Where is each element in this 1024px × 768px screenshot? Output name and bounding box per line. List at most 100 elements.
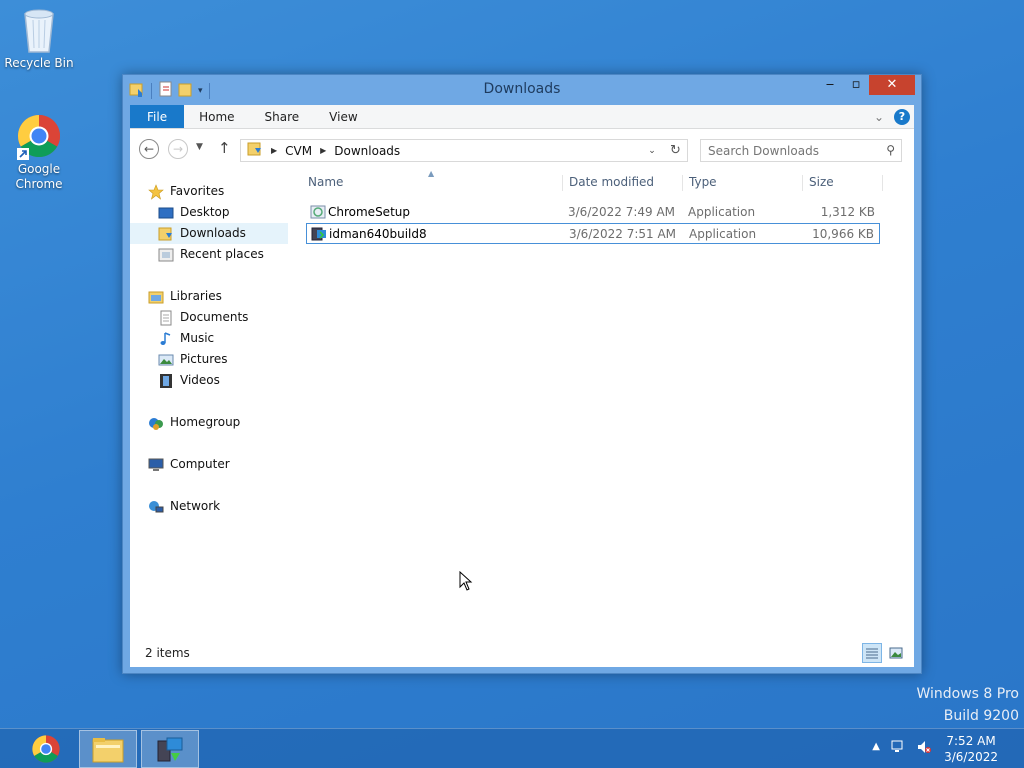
- recent-places-icon: [158, 247, 174, 263]
- up-button[interactable]: ↑: [218, 139, 231, 157]
- window-body: File Home Share View ⌄ ? ← → ▼ ↑ ▶ CVM ▶…: [130, 105, 914, 667]
- nav-label: Network: [170, 499, 221, 513]
- breadcrumb: ▶ CVM ▶ Downloads: [241, 141, 400, 160]
- chrome-icon: [17, 112, 61, 160]
- breadcrumb-item-cvm[interactable]: CVM: [285, 144, 312, 158]
- details-view-button[interactable]: [862, 643, 882, 663]
- nav-item-homegroup[interactable]: Homegroup: [148, 412, 240, 433]
- clock-time: 7:52 AM: [946, 734, 996, 748]
- network-status-icon[interactable]: [890, 739, 906, 758]
- address-bar[interactable]: ▶ CVM ▶ Downloads ⌄: [240, 139, 688, 162]
- nav-item-videos[interactable]: Videos: [158, 370, 220, 391]
- column-divider[interactable]: [882, 175, 883, 191]
- recycle-bin-label: Recycle Bin: [4, 56, 74, 70]
- file-size: 1,312 KB: [820, 205, 875, 219]
- downloads-folder-icon: [158, 226, 174, 242]
- title-bar[interactable]: ▾ Downloads ‒ ▫ ✕: [123, 75, 921, 105]
- file-row-idman640build8[interactable]: idman640build8 3/6/2022 7:51 AM Applicat…: [306, 223, 880, 244]
- column-divider[interactable]: [802, 175, 803, 191]
- watermark-build: Build 9200: [943, 708, 1019, 724]
- nav-label: Desktop: [180, 205, 230, 219]
- nav-item-recent-places[interactable]: Recent places: [158, 244, 264, 265]
- volume-muted-icon[interactable]: [916, 739, 932, 758]
- forward-button[interactable]: →: [168, 139, 188, 159]
- column-header-size[interactable]: Size: [809, 167, 834, 197]
- ribbon: File Home Share View ⌄ ?: [130, 105, 914, 129]
- taskbar-chrome-button[interactable]: [18, 730, 76, 768]
- taskbar-file-explorer-button[interactable]: [79, 730, 137, 768]
- explorer-window: ▾ Downloads ‒ ▫ ✕ File Home Share View ⌄…: [122, 74, 922, 674]
- mouse-cursor-icon: [459, 571, 473, 591]
- recent-locations-button[interactable]: ▼: [196, 142, 203, 152]
- nav-item-documents[interactable]: Documents: [158, 307, 248, 328]
- nav-item-network[interactable]: Network: [148, 496, 220, 517]
- nav-item-music[interactable]: Music: [158, 328, 214, 349]
- column-header-name[interactable]: Name: [308, 167, 343, 197]
- google-chrome-shortcut[interactable]: Google Chrome: [1, 112, 77, 192]
- navigation-pane: Favorites Desktop Downloads Recent place…: [130, 167, 288, 637]
- breadcrumb-item-downloads[interactable]: Downloads: [334, 144, 400, 158]
- documents-icon: [158, 310, 174, 326]
- file-date: 3/6/2022 7:51 AM: [569, 227, 677, 241]
- installer-icon: [311, 226, 327, 242]
- tab-view[interactable]: View: [314, 105, 372, 128]
- address-dropdown-icon[interactable]: ⌄: [643, 146, 661, 156]
- maximize-button[interactable]: ▫: [843, 75, 869, 95]
- close-button[interactable]: ✕: [869, 75, 915, 95]
- breadcrumb-chevron-icon[interactable]: ▶: [320, 146, 326, 155]
- star-icon: [148, 183, 164, 200]
- tab-file[interactable]: File: [130, 105, 185, 128]
- nav-item-libraries[interactable]: Libraries: [148, 286, 222, 307]
- pictures-icon: [158, 352, 174, 368]
- minimize-button[interactable]: ‒: [817, 75, 843, 95]
- taskbar-installer-button[interactable]: [141, 730, 199, 768]
- nav-label: Recent places: [180, 247, 264, 261]
- nav-item-downloads[interactable]: Downloads: [130, 223, 288, 244]
- clock-date: 3/6/2022: [944, 750, 998, 764]
- nav-label: Downloads: [180, 226, 246, 240]
- search-input[interactable]: [701, 140, 871, 161]
- nav-label: Libraries: [170, 289, 222, 303]
- column-header-type[interactable]: Type: [689, 167, 717, 197]
- back-button[interactable]: ←: [139, 139, 159, 159]
- chrome-icon: [32, 735, 60, 763]
- homegroup-icon: [148, 415, 164, 431]
- nav-label: Music: [180, 331, 215, 345]
- nav-label: Favorites: [170, 184, 225, 198]
- nav-label: Pictures: [180, 352, 228, 366]
- window-controls: ‒ ▫ ✕: [817, 75, 915, 95]
- large-icons-view-button[interactable]: [886, 643, 906, 663]
- watermark-edition: Windows 8 Pro: [916, 686, 1019, 702]
- file-row-chromesetup[interactable]: ChromeSetup 3/6/2022 7:49 AM Application…: [306, 202, 880, 223]
- computer-icon: [148, 457, 164, 473]
- libraries-icon: [148, 289, 164, 305]
- help-icon[interactable]: ?: [894, 108, 910, 125]
- breadcrumb-chevron-icon[interactable]: ▶: [271, 146, 277, 155]
- file-explorer-icon: [92, 738, 124, 763]
- navigation-bar: ← → ▼ ↑ ▶ CVM ▶ Downloads ⌄ ↻ ⚲: [130, 129, 914, 167]
- tab-home[interactable]: Home: [184, 105, 249, 128]
- nav-label: Homegroup: [170, 415, 241, 429]
- search-box[interactable]: ⚲: [700, 139, 902, 162]
- file-name: ChromeSetup: [328, 205, 410, 219]
- tab-share[interactable]: Share: [250, 105, 315, 128]
- column-divider[interactable]: [682, 175, 683, 191]
- nav-label: Computer: [170, 457, 230, 471]
- window-title: Downloads: [483, 81, 561, 97]
- expand-ribbon-icon[interactable]: ⌄: [874, 110, 884, 124]
- show-hidden-icons-icon[interactable]: ▲: [872, 741, 880, 752]
- clock[interactable]: 7:52 AM 3/6/2022: [944, 733, 998, 765]
- nav-item-pictures[interactable]: Pictures: [158, 349, 228, 370]
- column-header-date[interactable]: Date modified: [569, 167, 654, 197]
- nav-item-computer[interactable]: Computer: [148, 454, 230, 475]
- nav-item-desktop[interactable]: Desktop: [158, 202, 230, 223]
- recycle-bin-shortcut[interactable]: Recycle Bin: [1, 6, 77, 71]
- search-icon[interactable]: ⚲: [886, 143, 895, 157]
- file-type: Application: [688, 205, 756, 219]
- network-icon: [148, 499, 164, 515]
- refresh-button[interactable]: ↻: [664, 139, 688, 162]
- windows-watermark: Windows 8 Pro Build 9200: [916, 683, 1019, 727]
- nav-item-favorites[interactable]: Favorites: [148, 181, 224, 202]
- column-divider[interactable]: [562, 175, 563, 191]
- taskbar: ▲ 7:52 AM 3/6/2022: [0, 728, 1024, 768]
